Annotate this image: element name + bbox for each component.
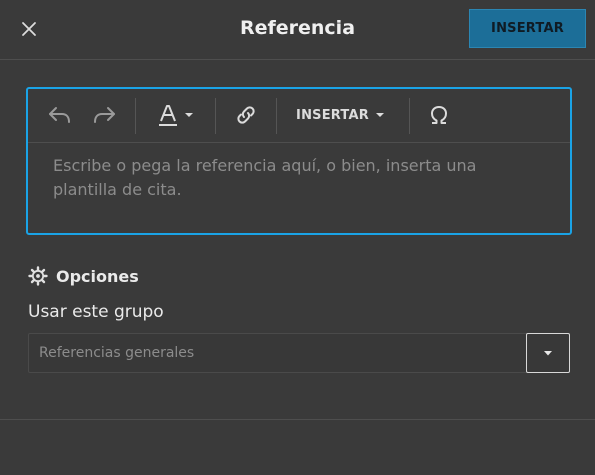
group-label: Usar este grupo	[28, 302, 164, 322]
dialog-header: Referencia INSERTAR	[0, 0, 595, 60]
toolbar-separator	[276, 98, 277, 134]
special-characters-button[interactable]	[425, 101, 453, 129]
group-select-value: Referencias generales	[39, 345, 195, 361]
insert-menu-label: INSERTAR	[296, 107, 369, 123]
redo-icon	[94, 107, 115, 123]
chevron-down-icon	[185, 113, 193, 117]
text-style-icon	[159, 105, 177, 126]
undo-button[interactable]	[44, 101, 76, 129]
omega-icon	[431, 106, 447, 124]
reference-editor: INSERTAR Escribe o pega la referencia aq…	[26, 87, 572, 235]
group-select[interactable]: Referencias generales	[28, 333, 570, 373]
chevron-down-icon	[375, 113, 384, 117]
text-style-button[interactable]	[154, 101, 198, 129]
insert-menu-button[interactable]: INSERTAR	[290, 101, 392, 129]
link-icon	[237, 106, 255, 124]
toolbar-separator	[409, 98, 410, 134]
footer-divider	[0, 419, 595, 420]
options-section-header: Opciones	[28, 263, 139, 289]
redo-button[interactable]	[88, 101, 120, 129]
options-title: Opciones	[56, 266, 139, 286]
editor-placeholder: Escribe o pega la referencia aquí, o bie…	[53, 156, 477, 199]
reference-text-area[interactable]: Escribe o pega la referencia aquí, o bie…	[28, 143, 570, 233]
chevron-down-icon	[544, 351, 552, 356]
undo-icon	[49, 107, 70, 123]
toolbar-separator	[135, 98, 136, 134]
link-button[interactable]	[231, 101, 261, 129]
gear-icon	[28, 266, 48, 286]
editor-toolbar: INSERTAR	[28, 89, 570, 143]
toolbar-separator	[215, 98, 216, 134]
insert-button[interactable]: INSERTAR	[469, 9, 586, 48]
group-select-toggle[interactable]	[526, 333, 570, 373]
